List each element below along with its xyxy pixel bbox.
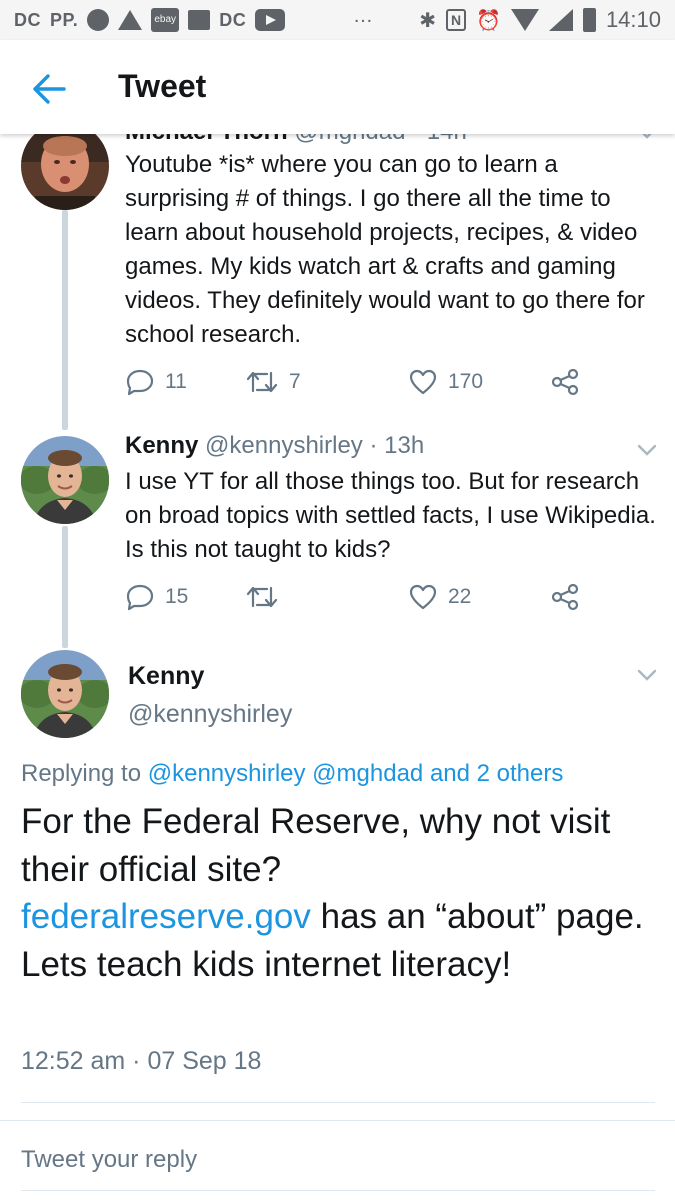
retweet-button[interactable] xyxy=(245,582,289,612)
divider xyxy=(21,1102,655,1103)
reply-icon xyxy=(126,369,154,396)
arrow-left-icon xyxy=(33,74,66,104)
reply-input[interactable]: Tweet your reply xyxy=(21,1146,197,1174)
reply-input-underline xyxy=(21,1190,655,1191)
share-button[interactable] xyxy=(550,582,580,612)
tweet-text-line-1: For the Federal Reserve, why not visit t… xyxy=(21,802,611,889)
author-name[interactable]: Kenny xyxy=(125,432,198,459)
share-button[interactable] xyxy=(550,367,580,397)
dc-notification-icon: DC xyxy=(14,9,41,30)
pp-notification-icon: PP. xyxy=(50,9,79,30)
gallery-icon xyxy=(188,10,211,30)
drive-icon xyxy=(118,10,143,30)
reply-count: 11 xyxy=(165,370,187,393)
tweet-text-line-2: has an “about” page. xyxy=(310,897,644,936)
heart-icon xyxy=(409,584,437,610)
chevron-down-icon[interactable] xyxy=(636,443,658,457)
youtube-icon xyxy=(255,9,286,31)
retweet-button[interactable]: 7 xyxy=(245,367,301,397)
author-handle[interactable]: @mghdad xyxy=(294,134,405,145)
tweet-actions: 15 22 xyxy=(125,582,595,612)
replying-to: Replying to @kennyshirley @mghdad and 2 … xyxy=(21,760,563,788)
clock: 14:10 xyxy=(605,7,661,32)
tweet-text: I use YT for all those things too. But f… xyxy=(125,468,656,563)
chevron-down-icon[interactable] xyxy=(636,668,658,682)
retweet-icon xyxy=(246,371,278,393)
tweet-text-line-3: Lets teach kids internet literacy! xyxy=(21,944,512,984)
divider xyxy=(0,1120,675,1121)
tweet-actions: 11 7 170 xyxy=(125,367,595,397)
tweet-text: For the Federal Reserve, why not visit t… xyxy=(21,798,661,988)
tweet-header: Kenny @kennyshirley · 13h xyxy=(125,432,424,460)
retweet-count: 7 xyxy=(289,370,301,393)
author-handle[interactable]: @kennyshirley xyxy=(128,700,292,729)
system-icons: ✱ N ⏰ 14:10 xyxy=(419,7,661,33)
battery-icon xyxy=(582,8,596,32)
like-count: 22 xyxy=(448,585,472,608)
separator: · xyxy=(412,134,420,145)
bluetooth-icon: ✱ xyxy=(419,9,437,32)
share-icon xyxy=(551,583,579,611)
avatar[interactable] xyxy=(21,436,109,524)
author-name[interactable]: Kenny xyxy=(128,662,204,691)
signal-icon xyxy=(548,9,573,31)
dc-notification-icon-2: DC xyxy=(219,9,247,30)
more-notifications-icon: … xyxy=(353,5,374,27)
author-handle[interactable]: @kennyshirley xyxy=(205,432,363,459)
reply-button[interactable]: 15 xyxy=(125,582,188,612)
avatar[interactable] xyxy=(21,650,109,738)
tweet-timestamp[interactable]: 12:52 am · 07 Sep 18 xyxy=(21,1047,261,1076)
like-button[interactable]: 22 xyxy=(408,582,471,612)
replying-to-users[interactable]: @kennyshirley @mghdad and 2 others xyxy=(148,760,564,787)
notification-icons: DC PP. ebay DC xyxy=(14,7,286,33)
federal-reserve-link[interactable]: federalreserve.gov xyxy=(21,897,311,936)
status-bar: DC PP. ebay DC … ✱ N ⏰ 14:10 xyxy=(0,0,675,40)
tweet-time: 13h xyxy=(384,432,425,459)
like-count: 170 xyxy=(448,370,484,393)
separator: · xyxy=(369,432,378,459)
thread-connector xyxy=(62,210,68,430)
share-icon xyxy=(551,368,579,396)
reply-count: 15 xyxy=(165,585,189,608)
reply-icon xyxy=(126,584,154,611)
app-header: Tweet xyxy=(0,40,675,134)
messenger-icon xyxy=(87,9,110,31)
ebay-icon: ebay xyxy=(151,8,180,32)
tweet-time: 14h xyxy=(427,134,467,145)
like-button[interactable]: 170 xyxy=(408,367,483,397)
tweet-text: Youtube *is* where you can go to learn a… xyxy=(125,151,645,348)
replying-prefix: Replying to xyxy=(21,760,142,787)
chevron-down-icon[interactable] xyxy=(636,134,658,140)
heart-icon xyxy=(409,369,437,395)
author-name[interactable]: Michael Thorn xyxy=(125,134,288,145)
back-button[interactable] xyxy=(30,70,68,108)
thread-connector xyxy=(62,526,68,648)
avatar-photo xyxy=(21,650,109,738)
reply-button[interactable]: 11 xyxy=(125,367,187,397)
wifi-icon xyxy=(510,9,539,31)
page-title: Tweet xyxy=(118,68,207,104)
nfc-icon: N xyxy=(446,9,467,31)
avatar-photo xyxy=(21,436,109,524)
tweet-header: Michael Thorn @mghdad · 14h xyxy=(125,134,467,146)
avatar[interactable] xyxy=(21,134,109,210)
avatar-photo xyxy=(21,134,109,210)
alarm-icon: ⏰ xyxy=(476,9,501,32)
tweet-thread[interactable]: Michael Thorn @mghdad · 14h Youtube *is*… xyxy=(0,134,675,1200)
retweet-icon xyxy=(246,586,278,608)
